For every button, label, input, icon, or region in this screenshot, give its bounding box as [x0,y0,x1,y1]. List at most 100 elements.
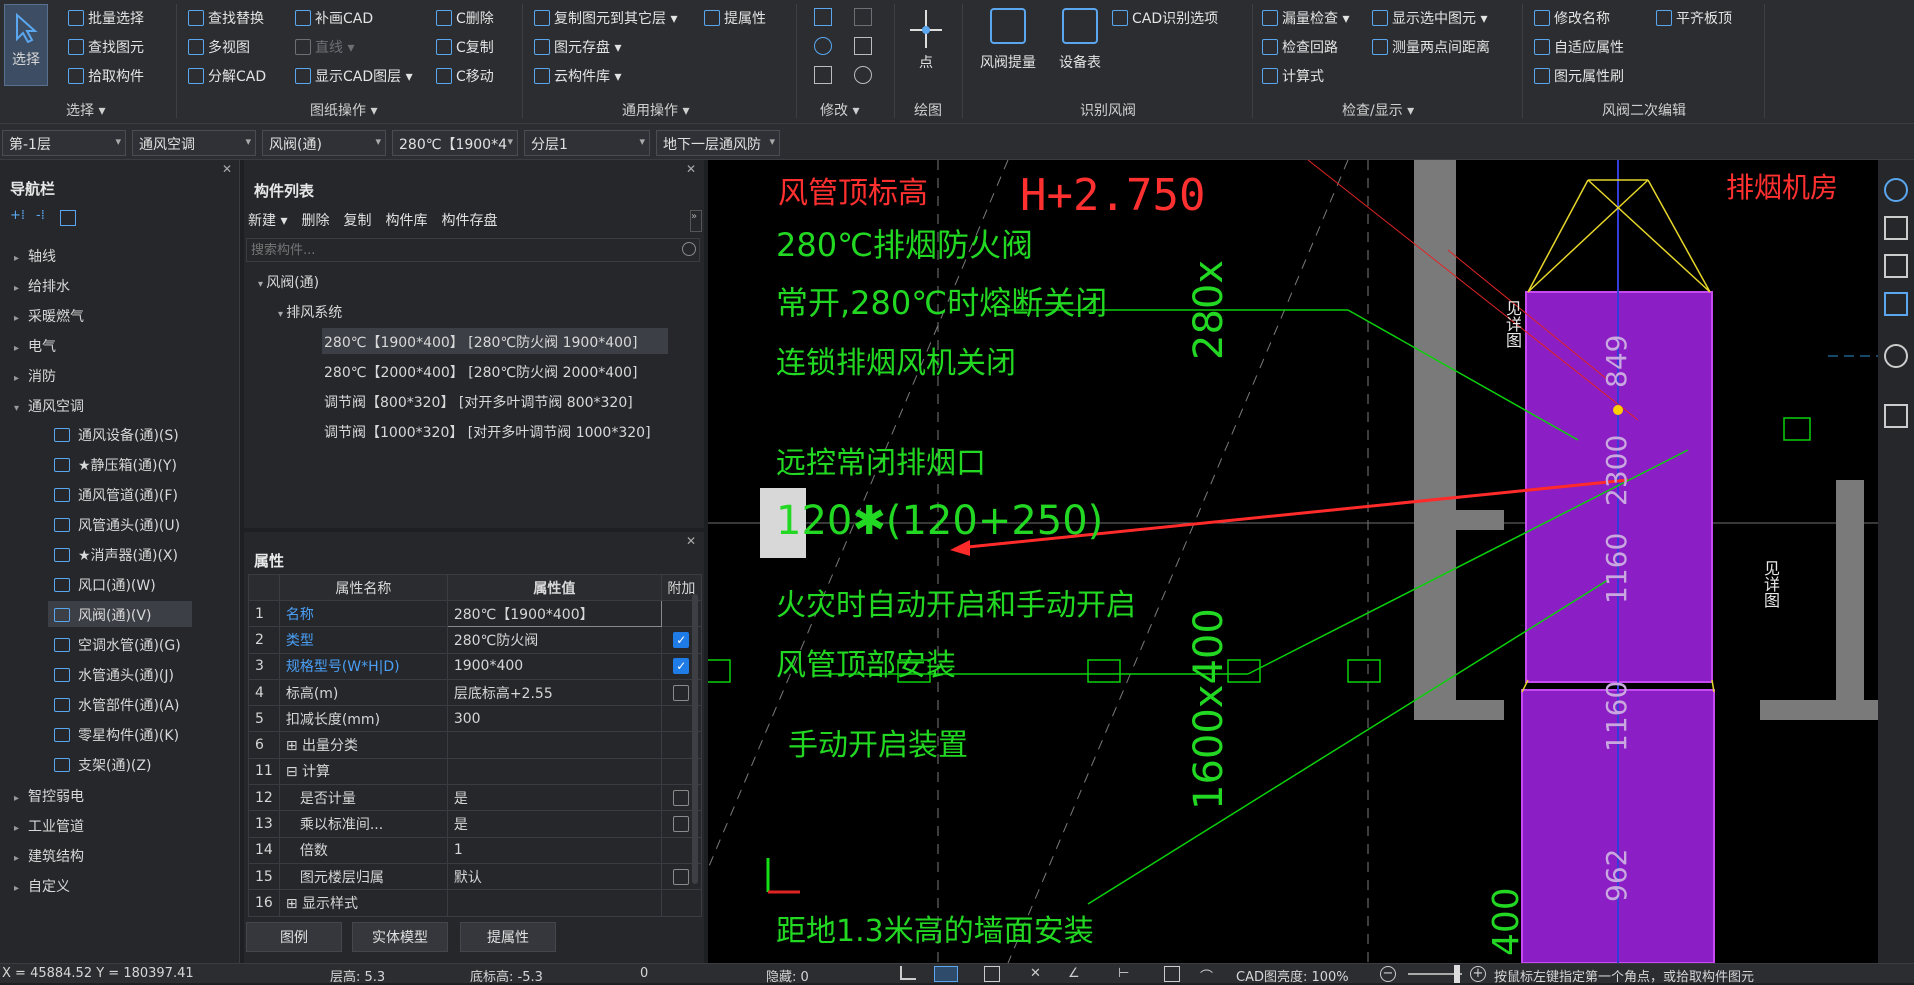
nav-sub-item[interactable]: 通风设备(通)(S) [54,425,179,445]
prop-name[interactable]: ⊞ 显示样式 [278,889,448,917]
check-loop-button[interactable]: 检查回路 [1262,37,1338,57]
nav-item-industrial[interactable]: ▸ 工业管道 [14,816,84,836]
save-component-button[interactable]: 构件存盘 [441,210,497,230]
prop-value[interactable]: 1 [446,836,662,864]
drawing-select[interactable]: 地下一层通风防 [656,130,780,156]
angle-icon[interactable]: ∠ [1068,966,1080,981]
delete-tool-icon[interactable] [814,66,832,84]
nav-sub-item[interactable]: 零星构件(通)(K) [54,725,179,745]
table-row[interactable]: 2 类型 280℃防火阀 ✓ [248,626,702,654]
adaptive-props-button[interactable]: 自适应属性 [1534,37,1624,57]
nav-sub-item[interactable]: 通风管道(通)(F) [54,485,178,505]
select-group-label[interactable]: 选择 ▾ [66,100,105,120]
drawing-group-label[interactable]: 图纸操作 ▾ [310,100,377,120]
find-replace-button[interactable]: 查找替换 [188,8,264,28]
tab-solid-model[interactable]: 实体模型 [352,922,448,952]
tree-group[interactable]: ▾ 排风系统 [278,302,342,322]
mirror-tool-icon[interactable] [854,8,872,26]
arc-icon[interactable]: ⌒ [1200,966,1213,985]
close-icon[interactable]: ✕ [222,162,232,176]
cloud-library-button[interactable]: 云构件库 ▾ [534,66,621,86]
nav-item-weak-current[interactable]: ▸ 智控弱电 [14,786,84,806]
show-selected-button[interactable]: 显示选中图元 ▾ [1372,8,1487,28]
table-row[interactable]: 3 规格型号(W*H|D) 1900*400 ✓ [248,652,702,680]
line-button[interactable]: 直线 ▾ [295,37,354,57]
select-tool-button[interactable]: 选择 [4,4,48,86]
cad-canvas[interactable]: 风管顶标高 H+2.750 280℃排烟防火阀 常开,280℃时熔断关闭 连锁排… [708,160,1878,963]
component-entry[interactable]: 调节阀【1000*320】 [对开多叶调节阀 1000*320] [324,422,651,442]
edit-icon[interactable] [60,210,76,226]
zoom-out-icon[interactable]: − [1380,966,1396,982]
batch-select-button[interactable]: 批量选择 [68,8,144,28]
table-row[interactable]: 11 ⊟ 计算 [248,757,702,786]
prop-value[interactable]: 层底标高+2.55 [446,678,662,707]
valve-takeoff-button[interactable]: 风阀提量 [976,8,1040,72]
prop-value[interactable]: 是 [446,784,662,812]
show-cad-layer-button[interactable]: 显示CAD图层 ▾ [295,66,413,86]
component-entry-selected[interactable]: 280℃【1900*400】 [280℃防火阀 1900*400] [324,332,637,352]
component-entry[interactable]: 调节阀【800*320】 [对开多叶调节阀 800*320] [324,392,633,412]
formula-button[interactable]: 计算式 [1262,66,1324,86]
prop-name[interactable]: ⊟ 计算 [278,757,448,786]
checkbox[interactable] [673,684,690,701]
prop-brush-button[interactable]: 图元属性刷 [1534,66,1624,86]
prop-value[interactable]: 280℃【1900*400】 [446,599,662,628]
nav-sub-item[interactable]: ★消声器(通)(X) [54,545,178,565]
align-slab-top-button[interactable]: 平齐板顶 [1656,8,1732,28]
general-group-label[interactable]: 通用操作 ▾ [622,100,689,120]
tab-extract-props[interactable]: 提属性 [460,922,556,952]
sublayer-select[interactable]: 分层1 [524,130,650,156]
checkbox[interactable] [673,789,690,806]
view-cube-icon[interactable] [1884,292,1908,316]
copy-tool-icon[interactable] [814,8,832,26]
flip-tool-icon[interactable] [854,37,872,55]
nav-sub-item[interactable]: 风管通头(通)(U) [54,515,180,535]
extract-props-button[interactable]: 提属性 [704,8,766,28]
element-save-button[interactable]: 图元存盘 ▾ [534,37,621,57]
measure-distance-button[interactable]: 测量两点间距离 [1372,37,1490,57]
point-button[interactable]: 点 [904,8,948,72]
cad-recognize-options-button[interactable]: CAD识别选项 [1112,8,1218,28]
prop-value[interactable]: 默认 [446,862,662,891]
modify-group-label[interactable]: 修改 ▾ [820,100,859,120]
delete-button[interactable]: 删除 [301,210,329,230]
rotate-tool-icon[interactable] [854,66,872,84]
search-input[interactable] [246,238,700,262]
nav-sub-item[interactable]: 空调水管(通)(G) [54,635,181,655]
equipment-table-button[interactable]: 设备表 [1052,8,1108,72]
prop-value[interactable]: 300 [446,705,662,733]
copy-to-floor-button[interactable]: 复制图元到其它层 ▾ [534,8,677,28]
component-select[interactable]: 280℃【1900*4 [392,130,518,156]
nav-item-hvac[interactable]: ▾ 通风空调 [14,396,84,416]
component-entry[interactable]: 280℃【2000*400】 [280℃防火阀 2000*400] [324,362,637,382]
ortho-icon[interactable] [900,966,916,980]
explode-cad-button[interactable]: 分解CAD [188,66,266,86]
refresh-icon[interactable] [1884,344,1908,368]
nav-item-axis[interactable]: ▸ 轴线 [14,246,56,266]
nav-item-electrical[interactable]: ▸ 电气 [14,336,56,356]
expand-all-icon[interactable]: +⁞ [10,208,25,223]
tab-legend[interactable]: 图例 [246,922,342,952]
nav-item-structure[interactable]: ▸ 建筑结构 [14,846,84,866]
table-row[interactable]: 1 名称 280℃【1900*400】 [248,599,702,628]
close-icon[interactable]: ✕ [686,534,696,548]
c-copy-button[interactable]: C复制 [436,37,494,57]
library-button[interactable]: 构件库 [385,210,427,230]
orbit-icon[interactable] [1884,178,1908,202]
search-icon[interactable] [682,242,696,256]
table-row[interactable]: 15 图元楼层归属 默认 [248,862,702,891]
nav-sub-item[interactable]: 水管通头(通)(J) [54,665,174,685]
checkbox[interactable] [673,816,690,833]
view-mode-icon[interactable] [984,966,1000,982]
properties-icon[interactable] [1884,404,1908,428]
collapse-all-icon[interactable]: -⁞ [36,208,45,223]
multi-view-button[interactable]: 多视图 [188,37,250,57]
view-top-icon[interactable] [1884,254,1908,278]
leak-check-button[interactable]: 漏量检查 ▾ [1262,8,1349,28]
nav-sub-item[interactable]: 风口(通)(W) [54,575,156,595]
tree-root[interactable]: ▾ 风阀(通) [258,272,319,292]
checkbox-checked[interactable]: ✓ [673,631,690,648]
table-row[interactable]: 16 ⊞ 显示样式 [248,889,702,917]
rename-button[interactable]: 修改名称 [1534,8,1610,28]
scrollbar[interactable] [692,594,698,884]
